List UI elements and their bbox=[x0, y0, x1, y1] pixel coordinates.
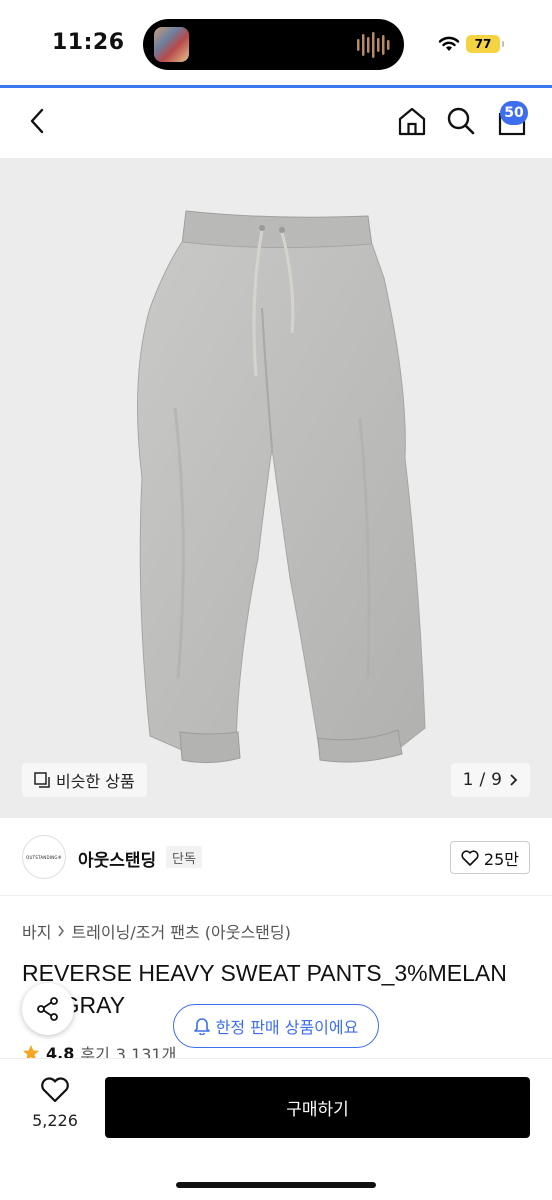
home-icon bbox=[398, 107, 426, 136]
search-icon bbox=[447, 107, 475, 135]
breadcrumb-category[interactable]: 바지 bbox=[22, 919, 51, 943]
page-current: 1 bbox=[462, 770, 474, 790]
nav-bar: 50 bbox=[0, 88, 552, 158]
buy-button[interactable]: 구매하기 bbox=[105, 1077, 530, 1138]
share-icon bbox=[37, 997, 58, 1021]
page-total: 9 bbox=[491, 770, 502, 790]
breadcrumb-subcategory[interactable]: 트레이닝/조거 팬츠 (아웃스탠딩) bbox=[71, 919, 290, 943]
bottom-action-bar: 5,226 구매하기 bbox=[0, 1058, 552, 1200]
share-button[interactable] bbox=[22, 983, 74, 1035]
brand-row: OUTSTANDING® 아웃스탠딩 단독 25만 bbox=[0, 818, 552, 896]
brand-like-button[interactable]: 25만 bbox=[449, 841, 530, 874]
heart-icon bbox=[461, 849, 479, 866]
breadcrumb: 바지 트레이닝/조거 팬츠 (아웃스탠딩) bbox=[22, 919, 291, 943]
back-button[interactable] bbox=[20, 103, 56, 139]
dynamic-island[interactable] bbox=[143, 19, 404, 70]
search-button[interactable] bbox=[443, 103, 479, 139]
exclusive-tag: 단독 bbox=[166, 846, 202, 868]
home-indicator[interactable] bbox=[176, 1182, 376, 1188]
brand-like-count: 25만 bbox=[483, 849, 519, 869]
product-image bbox=[137, 210, 426, 764]
status-icons: 77 bbox=[438, 33, 504, 55]
brand-logo[interactable]: OUTSTANDING® bbox=[22, 835, 66, 879]
bell-icon bbox=[193, 1018, 210, 1035]
product-image-gallery[interactable]: 비슷한 상품 1 / 9 bbox=[0, 158, 552, 818]
limited-sale-label: 한정 판매 상품이에요 bbox=[215, 1018, 359, 1037]
brand-logo-text: OUTSTANDING® bbox=[26, 854, 62, 860]
home-button[interactable] bbox=[394, 103, 430, 139]
similar-products-label: 비슷한 상품 bbox=[56, 772, 135, 791]
wishlist-count: 5,226 bbox=[32, 1111, 78, 1130]
status-time: 11:26 bbox=[52, 30, 125, 55]
heart-icon bbox=[41, 1077, 69, 1103]
battery-indicator: 77 bbox=[466, 35, 504, 53]
similar-items-icon bbox=[34, 772, 50, 788]
chevron-left-icon bbox=[30, 108, 44, 134]
similar-products-button[interactable]: 비슷한 상품 bbox=[22, 763, 147, 797]
image-page-indicator[interactable]: 1 / 9 bbox=[450, 763, 530, 797]
chevron-right-icon bbox=[510, 774, 518, 786]
limited-sale-notice[interactable]: 한정 판매 상품이에요 bbox=[173, 1004, 379, 1048]
wifi-icon bbox=[438, 36, 460, 51]
page-separator: / bbox=[479, 770, 486, 790]
now-playing-artwork bbox=[154, 27, 189, 62]
audio-waveform-icon bbox=[357, 32, 390, 58]
status-bar: 11:26 77 bbox=[0, 0, 552, 86]
brand-name[interactable]: 아웃스탠딩 bbox=[78, 846, 156, 871]
wishlist-button[interactable]: 5,226 bbox=[26, 1077, 84, 1130]
chevron-right-icon bbox=[58, 925, 65, 937]
cart-count-badge: 50 bbox=[500, 101, 528, 125]
